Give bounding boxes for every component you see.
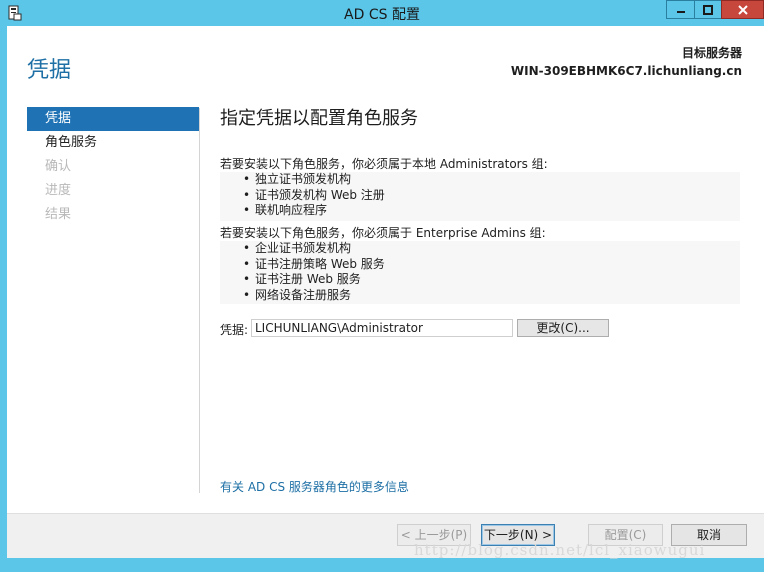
enterprise-admins-text: 若要安装以下角色服务，你必须属于 Enterprise Admins 组: <box>220 226 546 240</box>
credential-label: 凭据: <box>220 323 249 337</box>
list-item: • 证书颁发机构 Web 注册 <box>243 188 740 204</box>
bullet: • <box>243 203 251 217</box>
list-item-label: 联机响应程序 <box>255 203 328 217</box>
close-icon <box>737 4 748 15</box>
target-server-label: 目标服务器 <box>681 46 742 60</box>
nav-item-results: 结果 <box>45 207 72 222</box>
credential-field[interactable]: LICHUNLIANG\Administrator <box>251 319 513 337</box>
target-server-value: WIN-309EBHMK6C7.lichunliang.cn <box>510 64 742 78</box>
dialog-client-area: 凭据 目标服务器 WIN-309EBHMK6C7.lichunliang.cn … <box>7 26 764 558</box>
list-item: • 网络设备注册服务 <box>243 288 740 304</box>
nav-divider <box>199 108 200 493</box>
nav-item-confirmation: 确认 <box>45 159 72 174</box>
ad-cs-config-window: AD CS 配置 凭据 目标服务器 WIN-309EBHMK6C7.lichun… <box>0 0 764 572</box>
bullet: • <box>243 287 251 302</box>
list-item: • 独立证书颁发机构 <box>243 172 740 188</box>
list-item: • 证书注册策略 Web 服务 <box>243 257 740 273</box>
bullet: • <box>243 172 251 186</box>
bullet: • <box>243 241 251 255</box>
change-credential-button[interactable]: 更改(C)... <box>517 319 609 337</box>
local-admins-list: • 独立证书颁发机构 • 证书颁发机构 Web 注册 • 联机响应程序 <box>220 172 740 221</box>
list-item-label: 独立证书颁发机构 <box>255 172 352 186</box>
list-item-label: 证书注册策略 Web 服务 <box>255 256 385 271</box>
bullet: • <box>243 272 251 286</box>
watermark-text: http://blog.csdn.net/lcl_xiaowugui <box>414 541 706 559</box>
list-item-label: 证书注册 Web 服务 <box>255 272 361 286</box>
local-admins-text: 若要安装以下角色服务，你必须属于本地 Administrators 组: <box>220 157 548 171</box>
list-item: • 企业证书颁发机构 <box>243 241 740 257</box>
close-button[interactable] <box>721 0 764 19</box>
minimize-icon <box>676 10 685 13</box>
bullet: • <box>243 256 251 271</box>
list-item-label: 企业证书颁发机构 <box>255 241 352 255</box>
maximize-button[interactable] <box>694 0 721 19</box>
nav-item-progress: 进度 <box>45 183 72 198</box>
page-title: 凭据 <box>27 58 72 83</box>
list-item: • 证书注册 Web 服务 <box>243 272 740 288</box>
enterprise-admins-list: • 企业证书颁发机构 • 证书注册策略 Web 服务 • 证书注册 Web 服务 • 网… <box>220 241 740 304</box>
title-bar[interactable]: AD CS 配置 <box>0 0 764 26</box>
nav-item-role-services[interactable]: 角色服务 <box>27 131 199 155</box>
list-item-label: 证书颁发机构 Web 注册 <box>255 187 385 202</box>
list-item: • 联机响应程序 <box>243 203 740 219</box>
bullet: • <box>243 187 251 202</box>
main-content: 指定凭据以配置角色服务 若要安装以下角色服务，你必须属于本地 Administr… <box>220 104 750 337</box>
main-heading: 指定凭据以配置角色服务 <box>220 108 418 129</box>
maximize-icon <box>703 4 713 15</box>
window-bottom-border <box>0 558 764 572</box>
window-title: AD CS 配置 <box>344 7 420 23</box>
minimize-button[interactable] <box>666 0 694 19</box>
list-item-label: 网络设备注册服务 <box>255 287 352 302</box>
nav-item-credentials[interactable]: 凭据 <box>27 107 199 131</box>
wizard-nav: 凭据 角色服务 确认 进度 结果 <box>27 107 199 227</box>
more-info-link[interactable]: 有关 AD CS 服务器角色的更多信息 <box>220 478 409 495</box>
